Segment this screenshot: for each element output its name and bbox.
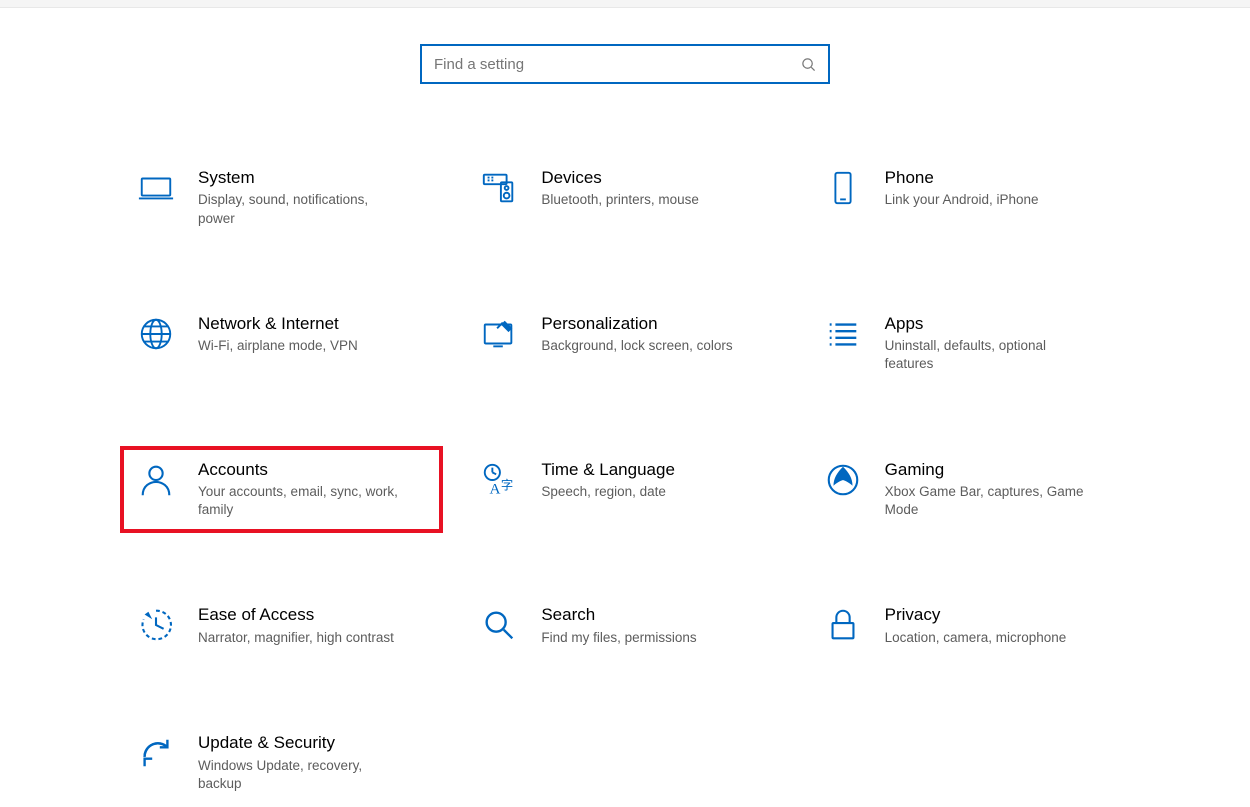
category-title: Devices — [541, 168, 699, 188]
category-desc: Your accounts, email, sync, work, family — [198, 483, 408, 519]
category-privacy[interactable]: Privacy Location, camera, microphone — [807, 591, 1130, 661]
category-title: Phone — [885, 168, 1039, 188]
category-text: Network & Internet Wi-Fi, airplane mode,… — [198, 312, 358, 356]
category-text: Search Find my files, permissions — [541, 603, 696, 647]
category-title: Network & Internet — [198, 314, 358, 334]
category-update-security[interactable]: Update & Security Windows Update, recove… — [120, 719, 443, 807]
category-title: Gaming — [885, 460, 1095, 480]
category-desc: Narrator, magnifier, high contrast — [198, 629, 394, 647]
category-title: Personalization — [541, 314, 732, 334]
svg-text:A: A — [490, 480, 501, 497]
category-ease-of-access[interactable]: Ease of Access Narrator, magnifier, high… — [120, 591, 443, 661]
gaming-icon — [821, 458, 865, 502]
search-icon — [801, 57, 816, 72]
apps-icon — [821, 312, 865, 356]
time-language-icon: A 字 — [477, 458, 521, 502]
category-text: Devices Bluetooth, printers, mouse — [541, 166, 699, 210]
search-box[interactable] — [420, 44, 830, 84]
category-personalization[interactable]: Personalization Background, lock screen,… — [463, 300, 786, 388]
personalization-icon — [477, 312, 521, 356]
magnifier-icon — [477, 603, 521, 647]
category-desc: Windows Update, recovery, backup — [198, 757, 408, 793]
category-apps[interactable]: Apps Uninstall, defaults, optional featu… — [807, 300, 1130, 388]
category-text: Time & Language Speech, region, date — [541, 458, 675, 502]
category-text: System Display, sound, notifications, po… — [198, 166, 408, 228]
search-wrap — [0, 8, 1250, 84]
category-text: Personalization Background, lock screen,… — [541, 312, 732, 356]
category-system[interactable]: System Display, sound, notifications, po… — [120, 154, 443, 242]
category-desc: Xbox Game Bar, captures, Game Mode — [885, 483, 1095, 519]
phone-icon — [821, 166, 865, 210]
category-desc: Uninstall, defaults, optional features — [885, 337, 1095, 373]
category-desc: Link your Android, iPhone — [885, 191, 1039, 209]
category-accounts[interactable]: Accounts Your accounts, email, sync, wor… — [120, 446, 443, 534]
category-devices[interactable]: Devices Bluetooth, printers, mouse — [463, 154, 786, 242]
category-desc: Find my files, permissions — [541, 629, 696, 647]
category-phone[interactable]: Phone Link your Android, iPhone — [807, 154, 1130, 242]
category-title: System — [198, 168, 408, 188]
category-desc: Background, lock screen, colors — [541, 337, 732, 355]
category-desc: Wi-Fi, airplane mode, VPN — [198, 337, 358, 355]
globe-icon — [134, 312, 178, 356]
category-search[interactable]: Search Find my files, permissions — [463, 591, 786, 661]
category-title: Time & Language — [541, 460, 675, 480]
settings-categories-grid: System Display, sound, notifications, po… — [120, 154, 1130, 807]
ease-of-access-icon — [134, 603, 178, 647]
category-text: Accounts Your accounts, email, sync, wor… — [198, 458, 408, 520]
category-time-language[interactable]: A 字 Time & Language Speech, region, date — [463, 446, 786, 534]
category-title: Apps — [885, 314, 1095, 334]
category-title: Search — [541, 605, 696, 625]
category-desc: Speech, region, date — [541, 483, 675, 501]
svg-text:字: 字 — [501, 477, 513, 492]
accounts-icon — [134, 458, 178, 502]
search-input[interactable] — [434, 56, 801, 73]
category-title: Accounts — [198, 460, 408, 480]
category-title: Update & Security — [198, 733, 408, 753]
system-icon — [134, 166, 178, 210]
category-text: Update & Security Windows Update, recove… — [198, 731, 408, 793]
category-text: Privacy Location, camera, microphone — [885, 603, 1067, 647]
category-title: Privacy — [885, 605, 1067, 625]
category-desc: Location, camera, microphone — [885, 629, 1067, 647]
window-titlebar-area — [0, 0, 1250, 8]
devices-icon — [477, 166, 521, 210]
category-desc: Display, sound, notifications, power — [198, 191, 408, 227]
category-desc: Bluetooth, printers, mouse — [541, 191, 699, 209]
category-network[interactable]: Network & Internet Wi-Fi, airplane mode,… — [120, 300, 443, 388]
category-text: Gaming Xbox Game Bar, captures, Game Mod… — [885, 458, 1095, 520]
category-text: Ease of Access Narrator, magnifier, high… — [198, 603, 394, 647]
lock-icon — [821, 603, 865, 647]
category-title: Ease of Access — [198, 605, 394, 625]
category-text: Phone Link your Android, iPhone — [885, 166, 1039, 210]
category-gaming[interactable]: Gaming Xbox Game Bar, captures, Game Mod… — [807, 446, 1130, 534]
category-text: Apps Uninstall, defaults, optional featu… — [885, 312, 1095, 374]
